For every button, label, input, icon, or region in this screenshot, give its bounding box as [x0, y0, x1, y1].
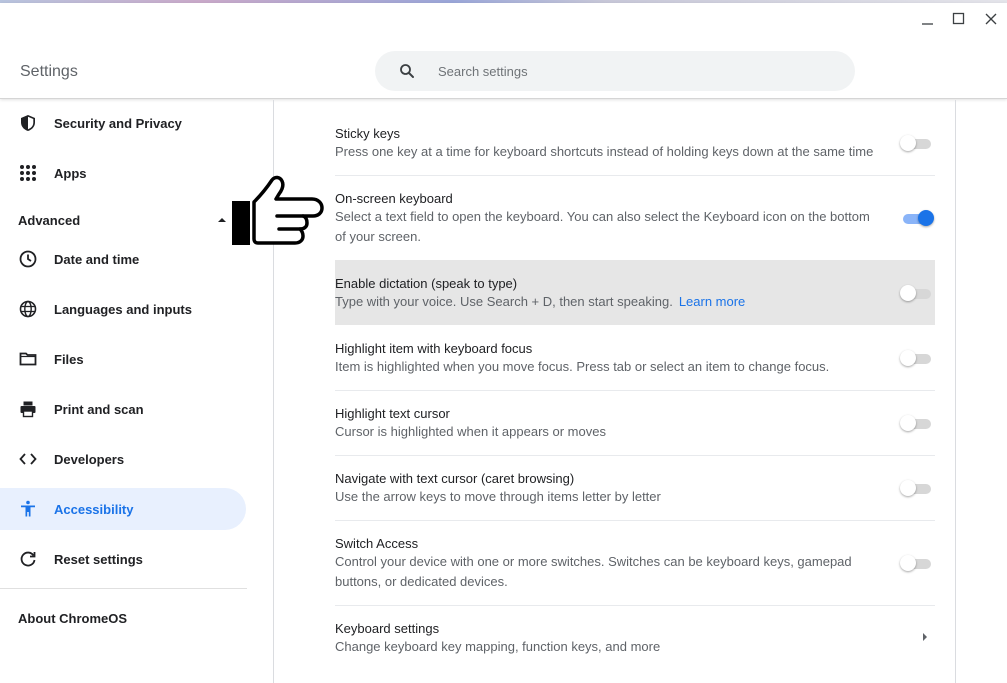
search-input[interactable]: [438, 51, 828, 91]
shield-icon: [21, 115, 35, 131]
highlight-text-cursor-toggle[interactable]: [900, 415, 934, 431]
setting-description: Cursor is highlighted when it appears or…: [335, 424, 606, 439]
sidebar-item-files[interactable]: Files: [0, 338, 246, 380]
setting-row-switch-access[interactable]: Switch Access Control your device with o…: [335, 530, 935, 600]
clock-icon: [19, 250, 37, 268]
setting-description: Control your device with one or more swi…: [335, 554, 852, 589]
row-divider: [335, 605, 935, 606]
setting-row-sticky-keys[interactable]: Sticky keys Press one key at a time for …: [335, 120, 935, 170]
setting-title: On-screen keyboard: [335, 191, 453, 206]
setting-title: Highlight text cursor: [335, 406, 450, 421]
sticky-keys-toggle[interactable]: [900, 135, 934, 151]
setting-description: Item is highlighted when you move focus.…: [335, 359, 830, 374]
globe-icon: [19, 300, 37, 318]
setting-title: Enable dictation (speak to type): [335, 276, 518, 291]
minimize-button[interactable]: [917, 10, 937, 28]
sidebar-item-date-and-time[interactable]: Date and time: [0, 238, 246, 280]
dictation-toggle[interactable]: [900, 285, 934, 301]
caret-browsing-toggle[interactable]: [900, 480, 934, 496]
row-divider: [335, 175, 935, 176]
maximize-icon: [952, 12, 965, 25]
sidebar-item-security-and-privacy[interactable]: Security and Privacy: [0, 102, 246, 144]
setting-row-enable-dictation[interactable]: Enable dictation (speak to type) Type wi…: [335, 260, 935, 325]
apps-grid-icon: [20, 165, 36, 181]
chevron-right-icon[interactable]: [923, 633, 927, 641]
printer-icon: [20, 401, 36, 418]
sidebar-item-label: Security and Privacy: [54, 115, 182, 131]
pointing-hand-icon: [232, 175, 324, 245]
on-screen-keyboard-toggle[interactable]: [900, 210, 934, 226]
page-title: Settings: [20, 63, 78, 80]
setting-title: Keyboard settings: [335, 621, 440, 636]
sidebar-item-languages-and-inputs[interactable]: Languages and inputs: [0, 288, 246, 330]
search-box[interactable]: [375, 51, 855, 91]
sidebar-item-apps[interactable]: Apps: [0, 152, 246, 194]
close-icon: [985, 13, 997, 25]
caret-up-icon[interactable]: [218, 218, 226, 222]
sidebar-item-label: Reset settings: [54, 551, 143, 567]
folder-icon: [19, 352, 37, 366]
advanced-section-toggle[interactable]: Advanced: [18, 213, 80, 228]
setting-row-highlight-keyboard-focus[interactable]: Highlight item with keyboard focus Item …: [335, 335, 935, 385]
learn-more-link[interactable]: Learn more: [679, 294, 745, 309]
switch-access-toggle[interactable]: [900, 555, 934, 571]
sidebar-item-print-and-scan[interactable]: Print and scan: [0, 388, 246, 430]
setting-description: Type with your voice. Use Search + D, th…: [335, 292, 880, 312]
content-right-border: [955, 100, 956, 683]
sidebar-item-label: Print and scan: [54, 401, 144, 417]
highlight-keyboard-focus-toggle[interactable]: [900, 350, 934, 366]
setting-row-highlight-text-cursor[interactable]: Highlight text cursor Cursor is highligh…: [335, 400, 935, 450]
setting-description: Change keyboard key mapping, function ke…: [335, 639, 661, 654]
sidebar-item-about-chromeos[interactable]: About ChromeOS: [18, 611, 127, 626]
sidebar-item-label: Developers: [54, 451, 125, 467]
sidebar-item-label: Date and time: [54, 251, 140, 267]
search-icon: [400, 64, 414, 78]
setting-description: Press one key at a time for keyboard sho…: [335, 144, 874, 159]
maximize-button[interactable]: [949, 10, 969, 28]
sidebar-item-label: Languages and inputs: [54, 301, 192, 317]
setting-row-keyboard-settings[interactable]: Keyboard settings Change keyboard key ma…: [335, 615, 935, 665]
sidebar-item-reset-settings[interactable]: Reset settings: [0, 538, 246, 580]
row-divider: [335, 390, 935, 391]
setting-row-caret-browsing[interactable]: Navigate with text cursor (caret browsin…: [335, 465, 935, 515]
setting-description: Use the arrow keys to move through items…: [335, 489, 661, 504]
sidebar-item-accessibility[interactable]: Accessibility: [0, 488, 246, 530]
row-divider: [335, 520, 935, 521]
setting-title: Sticky keys: [335, 126, 401, 141]
code-icon: [19, 453, 37, 465]
setting-title: Navigate with text cursor (caret browsin…: [335, 471, 575, 486]
setting-row-on-screen-keyboard[interactable]: On-screen keyboard Select a text field t…: [335, 185, 935, 247]
reset-icon: [20, 551, 36, 567]
sidebar-item-label: Apps: [54, 165, 87, 181]
sidebar-item-developers[interactable]: Developers: [0, 438, 246, 480]
setting-description-text: Type with your voice. Use Search + D, th…: [335, 294, 673, 309]
sidebar-item-label: Files: [54, 351, 84, 367]
setting-title: Highlight item with keyboard focus: [335, 341, 533, 356]
sidebar-item-label: Accessibility: [54, 501, 134, 517]
sidebar-divider: [0, 588, 247, 589]
close-button[interactable]: [981, 10, 1001, 28]
minimize-icon: [922, 23, 933, 25]
accessibility-icon: [21, 500, 35, 517]
setting-title: Switch Access: [335, 536, 419, 551]
setting-description: Select a text field to open the keyboard…: [335, 209, 870, 244]
app-header: Settings: [0, 3, 1007, 99]
row-divider: [335, 455, 935, 456]
